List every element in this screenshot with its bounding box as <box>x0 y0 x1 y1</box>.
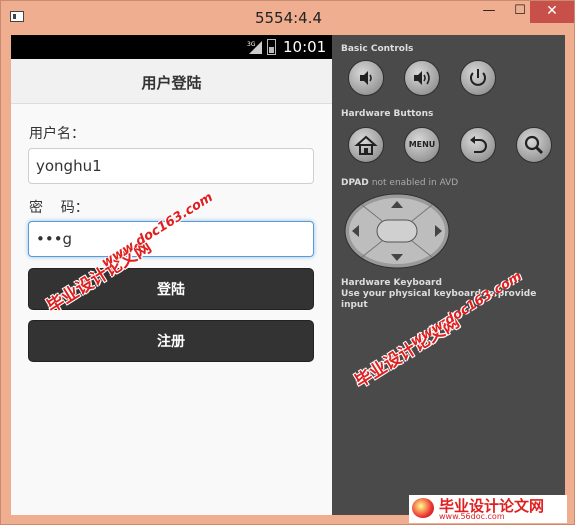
keyboard-section: Hardware Keyboard Use your physical keyb… <box>341 278 565 311</box>
signal-icon: 3G <box>247 41 262 54</box>
volume-up-icon <box>414 71 430 85</box>
basic-controls-heading: Basic Controls <box>341 44 414 54</box>
volume-down-button[interactable] <box>348 60 384 96</box>
search-button[interactable] <box>516 127 552 163</box>
search-icon <box>524 135 544 155</box>
signal-label: 3G <box>247 41 256 48</box>
emulator-window: 5554:4.4 — ☐ ✕ 3G 10:01 用户登陆 用户名： yonghu… <box>0 0 575 525</box>
app-header: 用户登陆 <box>11 59 332 104</box>
logo-url: www.56doc.com <box>439 512 505 521</box>
clock: 10:01 <box>283 38 327 56</box>
volume-down-icon <box>360 71 372 85</box>
dpad-note: not enabled in AVD <box>371 178 459 188</box>
register-button[interactable]: 注册 <box>28 320 314 362</box>
battery-icon <box>267 39 276 55</box>
page-title: 用户登陆 <box>141 74 202 92</box>
dpad[interactable] <box>344 193 450 269</box>
volume-up-button[interactable] <box>404 60 440 96</box>
dpad-heading: DPAD not enabled in AVD <box>341 178 458 188</box>
back-icon <box>470 136 487 153</box>
status-bar: 3G 10:01 <box>11 35 332 59</box>
dpad-title: DPAD <box>341 178 369 188</box>
control-panel: Basic Controls Hardware Buttons MENU DPA… <box>332 35 565 515</box>
watermark-logo: 毕业设计论文网 www.56doc.com <box>409 495 567 523</box>
back-button[interactable] <box>460 127 496 163</box>
title-bar[interactable]: 5554:4.4 — ☐ ✕ <box>1 1 575 35</box>
logo-icon <box>412 498 434 518</box>
home-button[interactable] <box>348 127 384 163</box>
close-button[interactable]: ✕ <box>530 1 574 23</box>
username-label: 用户名： <box>29 126 85 142</box>
keyboard-heading: Hardware Keyboard <box>341 278 442 288</box>
username-input[interactable]: yonghu1 <box>28 148 314 184</box>
home-icon <box>354 135 378 155</box>
menu-button[interactable]: MENU <box>404 127 440 163</box>
power-button[interactable] <box>460 60 496 96</box>
power-icon <box>470 69 486 86</box>
phone-screen: 3G 10:01 用户登陆 用户名： yonghu1 密 码： •••g 登陆 … <box>11 35 332 515</box>
password-label: 密 码： <box>29 200 89 216</box>
hardware-buttons-heading: Hardware Buttons <box>341 109 434 119</box>
minimize-button[interactable]: — <box>475 1 503 23</box>
menu-label: MENU <box>408 140 436 149</box>
